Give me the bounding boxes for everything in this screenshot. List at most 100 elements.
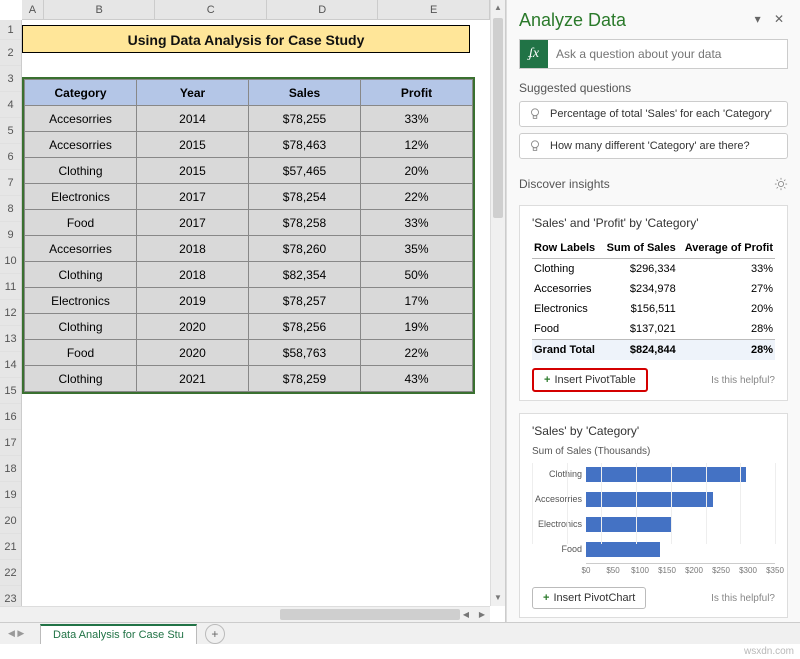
row-18[interactable]: 18 bbox=[0, 456, 21, 482]
row-7[interactable]: 7 bbox=[0, 170, 21, 196]
insert-pivottable-button[interactable]: +Insert PivotTable bbox=[532, 368, 648, 392]
data-table[interactable]: Category Year Sales Profit Accesorries20… bbox=[22, 77, 475, 394]
bar-label: Electronics bbox=[532, 519, 582, 529]
row-11[interactable]: 11 bbox=[0, 274, 21, 300]
axis-tick: $50 bbox=[606, 566, 619, 575]
analyze-icon: ʄx bbox=[520, 40, 548, 68]
table-row[interactable]: Electronics2019$78,25717% bbox=[25, 288, 473, 314]
col-B[interactable]: B bbox=[44, 0, 156, 19]
sheet-title-cell[interactable]: Using Data Analysis for Case Study bbox=[22, 25, 470, 53]
helpful-link[interactable]: Is this helpful? bbox=[711, 593, 775, 604]
axis-tick: $300 bbox=[739, 566, 757, 575]
bar-fill bbox=[586, 517, 671, 532]
table-row[interactable]: Clothing2018$82,35450% bbox=[25, 262, 473, 288]
gear-icon[interactable] bbox=[774, 177, 788, 191]
ask-question-input[interactable] bbox=[548, 41, 787, 67]
suggested-question-2[interactable]: How many different 'Category' are there? bbox=[519, 133, 788, 159]
pane-menu-icon[interactable]: ▾ bbox=[749, 12, 767, 26]
suggested-label: Suggested questions bbox=[519, 81, 788, 95]
suggested-q1-text: Percentage of total 'Sales' for each 'Ca… bbox=[550, 108, 772, 120]
pane-title: Analyze Data bbox=[519, 10, 788, 31]
axis-tick: $0 bbox=[582, 566, 591, 575]
row-14[interactable]: 14 bbox=[0, 352, 21, 378]
col-E[interactable]: E bbox=[378, 0, 490, 19]
bar-row: Food bbox=[586, 538, 775, 560]
row-17[interactable]: 17 bbox=[0, 430, 21, 456]
helpful-link[interactable]: Is this helpful? bbox=[711, 375, 775, 386]
row-16[interactable]: 16 bbox=[0, 404, 21, 430]
ask-question-box[interactable]: ʄx bbox=[519, 39, 788, 69]
pane-close-icon[interactable]: ✕ bbox=[770, 12, 788, 26]
th-category[interactable]: Category bbox=[25, 80, 137, 106]
suggested-question-1[interactable]: Percentage of total 'Sales' for each 'Ca… bbox=[519, 101, 788, 127]
row-21[interactable]: 21 bbox=[0, 534, 21, 560]
scroll-thumb[interactable] bbox=[493, 18, 503, 218]
table-row[interactable]: Accesorries2014$78,25533% bbox=[25, 106, 473, 132]
row-20[interactable]: 20 bbox=[0, 508, 21, 534]
th-profit[interactable]: Profit bbox=[361, 80, 473, 106]
table-row[interactable]: Food2020$58,76322% bbox=[25, 340, 473, 366]
bar-label: Food bbox=[532, 544, 582, 554]
sheet-tab[interactable]: Data Analysis for Case Stu bbox=[40, 624, 197, 644]
table-row[interactable]: Food2017$78,25833% bbox=[25, 210, 473, 236]
row-19[interactable]: 19 bbox=[0, 482, 21, 508]
pivot-row: Accesorries$234,97827% bbox=[532, 279, 775, 299]
new-sheet-button[interactable]: + bbox=[205, 624, 225, 644]
bar-chart: ClothingAccesorriesElectronicsFood bbox=[532, 463, 775, 560]
row-3[interactable]: 3 bbox=[0, 66, 21, 92]
col-C[interactable]: C bbox=[155, 0, 267, 19]
sheet-tabs: ◀ ▶ Data Analysis for Case Stu + bbox=[0, 622, 800, 644]
vertical-scrollbar[interactable]: ▲ ▼ bbox=[490, 0, 505, 606]
row-9[interactable]: 9 bbox=[0, 222, 21, 248]
row-headers: 123456789101112131415161718192021222324 bbox=[0, 20, 22, 606]
axis-tick: $250 bbox=[712, 566, 730, 575]
spreadsheet-grid: A B C D E 123456789101112131415161718192… bbox=[0, 0, 506, 622]
scroll-up-icon[interactable]: ▲ bbox=[491, 0, 505, 16]
scroll-left-icon[interactable]: ◀ bbox=[458, 607, 474, 622]
lightbulb-icon bbox=[528, 139, 542, 153]
row-8[interactable]: 8 bbox=[0, 196, 21, 222]
table-row[interactable]: Clothing2021$78,25943% bbox=[25, 366, 473, 392]
plus-icon: + bbox=[544, 374, 550, 386]
pivot-h1: Row Labels bbox=[532, 238, 601, 259]
tab-nav-icon[interactable]: ◀ ▶ bbox=[8, 628, 24, 639]
row-12[interactable]: 12 bbox=[0, 300, 21, 326]
row-15[interactable]: 15 bbox=[0, 378, 21, 404]
bar-fill bbox=[586, 542, 660, 557]
row-5[interactable]: 5 bbox=[0, 118, 21, 144]
row-1[interactable]: 1 bbox=[0, 20, 21, 40]
table-row[interactable]: Clothing2015$57,46520% bbox=[25, 158, 473, 184]
table-row[interactable]: Accesorries2018$78,26035% bbox=[25, 236, 473, 262]
col-D[interactable]: D bbox=[267, 0, 379, 19]
pivot-h2: Sum of Sales bbox=[601, 238, 678, 259]
card1-title: 'Sales' and 'Profit' by 'Category' bbox=[532, 216, 775, 230]
th-sales[interactable]: Sales bbox=[249, 80, 361, 106]
pivot-h3: Average of Profit bbox=[678, 238, 775, 259]
insert-pivotchart-button[interactable]: +Insert PivotChart bbox=[532, 587, 646, 609]
scroll-right-icon[interactable]: ▶ bbox=[474, 607, 490, 622]
horizontal-scrollbar[interactable]: ◀ ▶ bbox=[0, 606, 490, 622]
insight-card-chart: 'Sales' by 'Category' Sum of Sales (Thou… bbox=[519, 413, 788, 618]
chart-axis: $0$50$100$150$200$250$300$350 bbox=[586, 563, 775, 579]
pivot-table: Row Labels Sum of Sales Average of Profi… bbox=[532, 238, 775, 360]
plus-icon: + bbox=[543, 592, 549, 604]
analyze-data-pane: ▾ ✕ Analyze Data ʄx Suggested questions … bbox=[506, 0, 800, 622]
pivot-total: Grand Total$824,84428% bbox=[532, 340, 775, 361]
pivot-row: Clothing$296,33433% bbox=[532, 259, 775, 280]
axis-tick: $200 bbox=[685, 566, 703, 575]
row-2[interactable]: 2 bbox=[0, 40, 21, 66]
row-10[interactable]: 10 bbox=[0, 248, 21, 274]
suggested-q2-text: How many different 'Category' are there? bbox=[550, 140, 750, 152]
row-13[interactable]: 13 bbox=[0, 326, 21, 352]
table-row[interactable]: Electronics2017$78,25422% bbox=[25, 184, 473, 210]
row-6[interactable]: 6 bbox=[0, 144, 21, 170]
th-year[interactable]: Year bbox=[137, 80, 249, 106]
col-A[interactable]: A bbox=[22, 0, 44, 19]
row-22[interactable]: 22 bbox=[0, 560, 21, 586]
scroll-down-icon[interactable]: ▼ bbox=[491, 590, 505, 606]
row-4[interactable]: 4 bbox=[0, 92, 21, 118]
hscroll-thumb[interactable] bbox=[280, 609, 460, 620]
table-row[interactable]: Accesorries2015$78,46312% bbox=[25, 132, 473, 158]
insights-label: Discover insights bbox=[519, 177, 610, 191]
table-row[interactable]: Clothing2020$78,25619% bbox=[25, 314, 473, 340]
